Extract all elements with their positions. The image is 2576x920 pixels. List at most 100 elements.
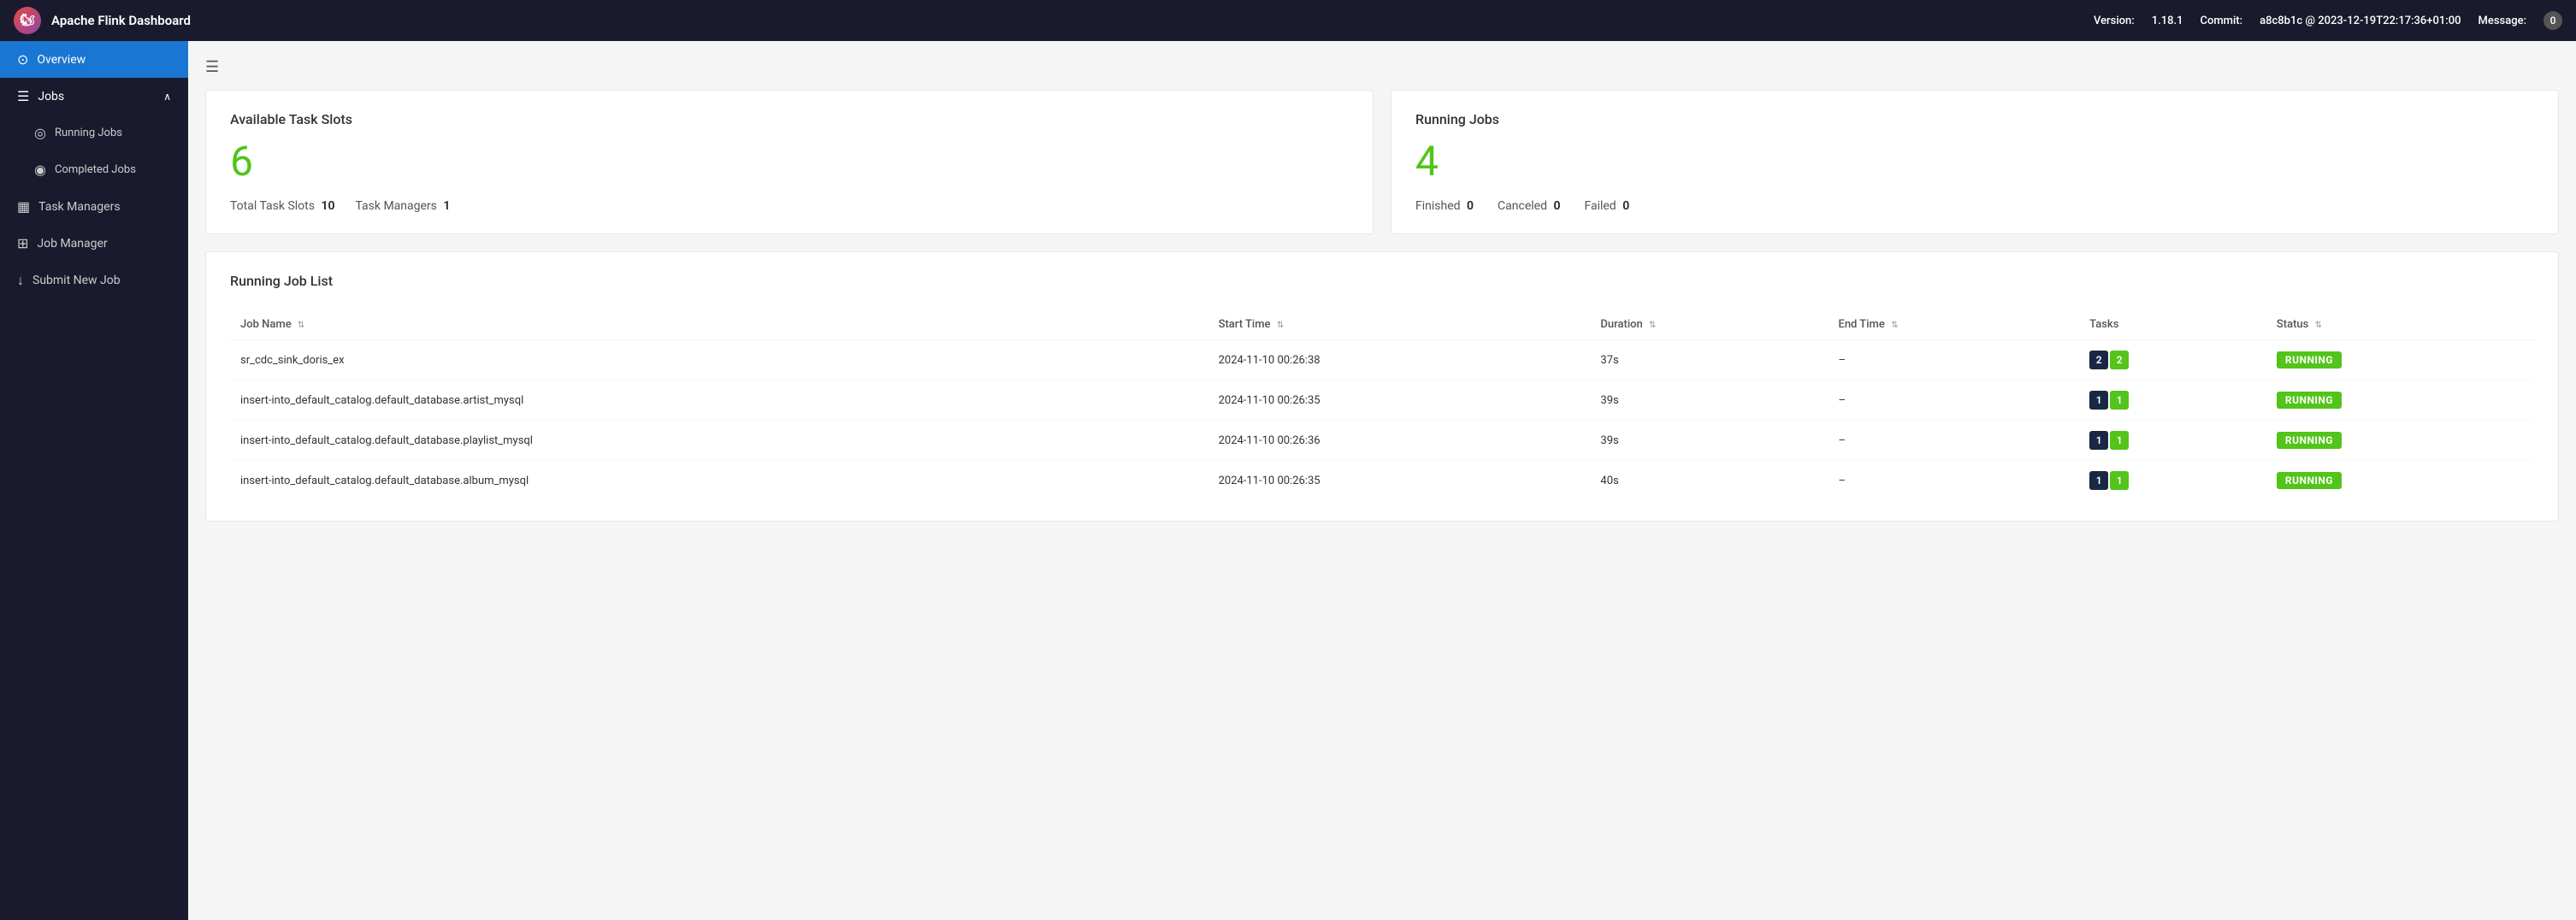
finished-stat: Finished 0 — [1415, 199, 1474, 213]
commit-value: a8c8b1c @ 2023-12-19T22:17:36+01:00 — [2260, 15, 2461, 27]
sort-icon-end-time: ⇅ — [1891, 321, 1898, 330]
available-slots-title: Available Task Slots — [230, 111, 1349, 127]
jobs-icon: ☰ — [17, 88, 29, 104]
sidebar-item-task-managers[interactable]: ▦ Task Managers — [0, 188, 188, 225]
cell-start-time: 2024-11-10 00:26:38 — [1208, 340, 1591, 380]
col-job-name[interactable]: Job Name ⇅ — [230, 310, 1208, 340]
sort-icon-status: ⇅ — [2315, 321, 2322, 330]
task-managers-icon: ▦ — [17, 198, 30, 215]
running-job-list-section: Running Job List Job Name ⇅ Start Time ⇅ — [205, 251, 2559, 522]
task-badge-blue: 2 — [2089, 351, 2108, 369]
sort-icon-start-time: ⇅ — [1277, 321, 1284, 330]
running-job-table: Job Name ⇅ Start Time ⇅ Duration ⇅ End — [230, 310, 2534, 500]
job-manager-icon: ⊞ — [17, 235, 28, 251]
completed-jobs-icon: ◉ — [34, 162, 46, 178]
sort-icon-duration: ⇅ — [1649, 321, 1656, 330]
running-job-list-title: Running Job List — [230, 273, 2534, 289]
version-label: Version: — [2094, 15, 2135, 27]
cell-tasks: 1 1 — [2079, 461, 2266, 501]
jobs-submenu: ◎ Running Jobs ◉ Completed Jobs — [0, 115, 188, 188]
cell-status: RUNNING — [2266, 340, 2534, 380]
col-end-time[interactable]: End Time ⇅ — [1828, 310, 2079, 340]
col-tasks[interactable]: Tasks — [2079, 310, 2266, 340]
cell-duration: 39s — [1590, 421, 1828, 461]
overview-icon: ⊙ — [17, 51, 28, 68]
cell-duration: 39s — [1590, 380, 1828, 421]
table-row[interactable]: insert-into_default_catalog.default_data… — [230, 461, 2534, 501]
completed-jobs-label: Completed Jobs — [55, 163, 136, 176]
failed-value: 0 — [1622, 199, 1629, 213]
total-task-slots-label: Total Task Slots 10 — [230, 199, 334, 213]
commit-label: Commit: — [2200, 15, 2242, 27]
sidebar-item-submit-new-job[interactable]: ↓ Submit New Job — [0, 262, 188, 299]
col-status[interactable]: Status ⇅ — [2266, 310, 2534, 340]
finished-value: 0 — [1467, 199, 1474, 213]
overview-cards: Available Task Slots 6 Total Task Slots … — [205, 90, 2559, 234]
running-jobs-icon: ◎ — [34, 125, 46, 141]
cell-start-time: 2024-11-10 00:26:35 — [1208, 380, 1591, 421]
task-managers-stat-value: 1 — [443, 199, 450, 213]
version-value: 1.18.1 — [2152, 15, 2183, 27]
sidebar-item-jobs[interactable]: ☰ Jobs ∧ — [0, 78, 188, 115]
table-row[interactable]: sr_cdc_sink_doris_ex 2024-11-10 00:26:38… — [230, 340, 2534, 380]
cell-job-name: sr_cdc_sink_doris_ex — [230, 340, 1208, 380]
cell-start-time: 2024-11-10 00:26:36 — [1208, 421, 1591, 461]
table-row[interactable]: insert-into_default_catalog.default_data… — [230, 380, 2534, 421]
topbar-info: Version: 1.18.1 Commit: a8c8b1c @ 2023-1… — [2094, 11, 2562, 30]
status-badge: RUNNING — [2277, 432, 2342, 449]
sidebar: ⊙ Overview ☰ Jobs ∧ ◎ Running Jobs ◉ Com… — [0, 41, 188, 920]
status-badge: RUNNING — [2277, 351, 2342, 369]
app-title: Apache Flink Dashboard — [51, 13, 191, 28]
cell-end-time: – — [1828, 380, 2079, 421]
submit-new-job-label: Submit New Job — [32, 274, 121, 287]
task-badge-green: 1 — [2110, 391, 2129, 410]
app-logo: 🐿 — [14, 7, 41, 34]
cell-end-time: – — [1828, 421, 2079, 461]
status-badge: RUNNING — [2277, 392, 2342, 409]
sidebar-item-completed-jobs[interactable]: ◉ Completed Jobs — [0, 151, 188, 188]
cell-job-name: insert-into_default_catalog.default_data… — [230, 380, 1208, 421]
available-slots-count: 6 — [230, 141, 1349, 182]
sidebar-item-running-jobs[interactable]: ◎ Running Jobs — [0, 115, 188, 151]
failed-stat: Failed 0 — [1584, 199, 1629, 213]
cell-duration: 37s — [1590, 340, 1828, 380]
task-badge-blue: 1 — [2089, 471, 2108, 490]
sort-icon-job-name: ⇅ — [298, 321, 304, 330]
cell-start-time: 2024-11-10 00:26:35 — [1208, 461, 1591, 501]
message-badge: 0 — [2544, 11, 2562, 30]
task-badge-green: 1 — [2110, 471, 2129, 490]
task-managers-label: Task Managers — [38, 200, 120, 214]
cell-end-time: – — [1828, 340, 2079, 380]
running-jobs-card: Running Jobs 4 Finished 0 Canceled 0 Fai… — [1391, 90, 2559, 234]
sidebar-item-job-manager[interactable]: ⊞ Job Manager — [0, 225, 188, 262]
cell-job-name: insert-into_default_catalog.default_data… — [230, 461, 1208, 501]
main-content: ☰ Available Task Slots 6 Total Task Slot… — [188, 41, 2576, 920]
total-task-slots-value: 10 — [321, 199, 334, 213]
task-managers-stat: Task Managers 1 — [355, 199, 450, 213]
job-status-row: Finished 0 Canceled 0 Failed 0 — [1415, 199, 2534, 213]
col-duration[interactable]: Duration ⇅ — [1590, 310, 1828, 340]
canceled-value: 0 — [1553, 199, 1560, 213]
jobs-chevron-icon: ∧ — [163, 91, 171, 103]
available-task-slots-card: Available Task Slots 6 Total Task Slots … — [205, 90, 1374, 234]
running-jobs-label: Running Jobs — [55, 127, 122, 139]
task-badge-green: 2 — [2110, 351, 2129, 369]
running-jobs-title: Running Jobs — [1415, 111, 2534, 127]
task-slots-stats: Total Task Slots 10 Task Managers 1 — [230, 199, 1349, 213]
cell-duration: 40s — [1590, 461, 1828, 501]
table-row[interactable]: insert-into_default_catalog.default_data… — [230, 421, 2534, 461]
menu-toggle-icon[interactable]: ☰ — [205, 58, 2559, 76]
cell-end-time: – — [1828, 461, 2079, 501]
sidebar-jobs-label: Jobs — [38, 90, 64, 103]
cell-tasks: 2 2 — [2079, 340, 2266, 380]
task-badge-green: 1 — [2110, 431, 2129, 450]
sidebar-item-overview[interactable]: ⊙ Overview — [0, 41, 188, 78]
job-manager-label: Job Manager — [37, 237, 107, 251]
task-badge-blue: 1 — [2089, 391, 2108, 410]
task-badge-blue: 1 — [2089, 431, 2108, 450]
topbar: 🐿 Apache Flink Dashboard Version: 1.18.1… — [0, 0, 2576, 41]
col-start-time[interactable]: Start Time ⇅ — [1208, 310, 1591, 340]
canceled-stat: Canceled 0 — [1498, 199, 1560, 213]
cell-status: RUNNING — [2266, 461, 2534, 501]
submit-job-icon: ↓ — [17, 272, 24, 289]
